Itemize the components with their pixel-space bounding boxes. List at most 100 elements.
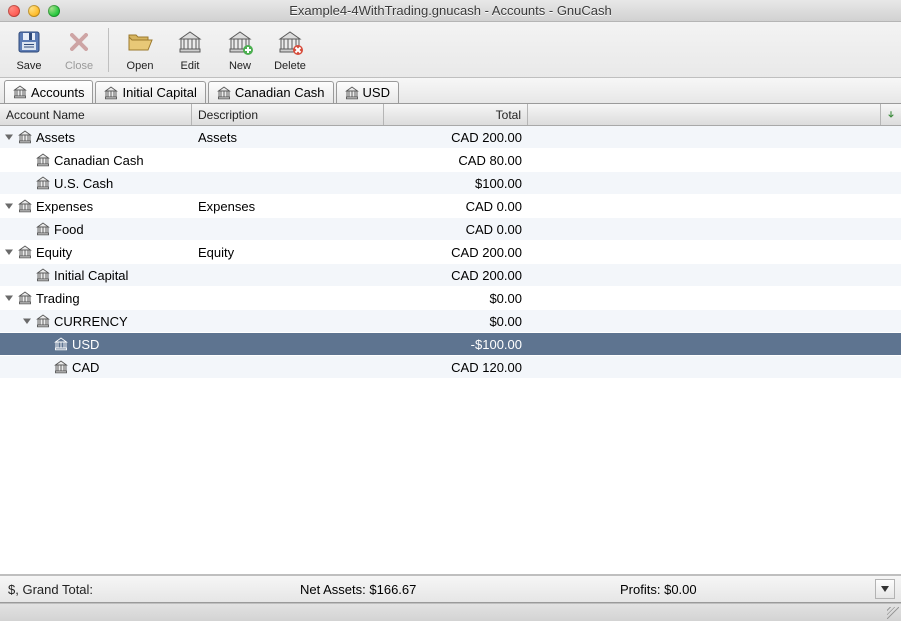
window-close-button[interactable] <box>8 5 20 17</box>
table-row[interactable]: Assets Assets CAD 200.00 <box>0 126 901 149</box>
account-total: CAD 80.00 <box>384 153 528 168</box>
table-row[interactable]: CURRENCY $0.00 <box>0 310 901 333</box>
tab-usd[interactable]: USD <box>336 81 399 103</box>
tab-label: Accounts <box>31 85 84 100</box>
tab-accounts[interactable]: Accounts <box>4 80 93 103</box>
summary-bar: $, Grand Total: Net Assets: $166.67 Prof… <box>0 575 901 603</box>
account-name-label: Expenses <box>36 199 93 214</box>
table-row[interactable]: USD -$100.00 <box>0 333 901 356</box>
save-button[interactable]: Save <box>4 26 54 74</box>
tab-label: Canadian Cash <box>235 85 325 100</box>
account-total: CAD 200.00 <box>384 245 528 260</box>
account-name-label: Initial Capital <box>54 268 128 283</box>
delete-label: Delete <box>274 60 306 72</box>
bank-icon <box>104 86 118 100</box>
floppy-disk-icon <box>15 28 43 59</box>
account-name-label: Food <box>54 222 84 237</box>
titlebar: Example4-4WithTrading.gnucash - Accounts… <box>0 0 901 22</box>
edit-button[interactable]: Edit <box>165 26 215 74</box>
account-name-label: CURRENCY <box>54 314 128 329</box>
window-zoom-button[interactable] <box>48 5 60 17</box>
account-name-label: Canadian Cash <box>54 153 144 168</box>
bank-icon <box>345 86 359 100</box>
account-description: Expenses <box>192 199 384 214</box>
account-name-label: Assets <box>36 130 75 145</box>
disclosure-triangle-icon[interactable] <box>4 247 14 257</box>
disclosure-triangle-icon[interactable] <box>4 293 14 303</box>
bank-icon <box>18 291 32 305</box>
bank-icon <box>54 337 68 351</box>
account-total: $0.00 <box>384 291 528 306</box>
account-name-label: CAD <box>72 360 99 375</box>
bank-new-icon <box>226 28 254 59</box>
col-description[interactable]: Description <box>192 104 384 125</box>
account-name-label: U.S. Cash <box>54 176 113 191</box>
account-name-label: Equity <box>36 245 72 260</box>
close-x-icon <box>65 28 93 59</box>
bank-edit-icon <box>176 28 204 59</box>
bank-icon <box>18 245 32 259</box>
table-row[interactable]: Canadian Cash CAD 80.00 <box>0 149 901 172</box>
bank-icon <box>18 199 32 213</box>
toolbar-separator <box>108 28 109 72</box>
account-description: Equity <box>192 245 384 260</box>
account-total: CAD 200.00 <box>384 268 528 283</box>
new-button[interactable]: New <box>215 26 265 74</box>
col-total[interactable]: Total <box>384 104 528 125</box>
account-total: CAD 200.00 <box>384 130 528 145</box>
table-row[interactable]: Food CAD 0.00 <box>0 218 901 241</box>
table-row[interactable]: Expenses Expenses CAD 0.00 <box>0 195 901 218</box>
account-total: $0.00 <box>384 314 528 329</box>
disclosure-triangle-icon[interactable] <box>4 132 14 142</box>
window-minimize-button[interactable] <box>28 5 40 17</box>
table-row[interactable]: U.S. Cash $100.00 <box>0 172 901 195</box>
column-headers: Account Name Description Total <box>0 104 901 126</box>
table-row[interactable]: Equity Equity CAD 200.00 <box>0 241 901 264</box>
window-title: Example4-4WithTrading.gnucash - Accounts… <box>0 3 901 18</box>
account-name-label: Trading <box>36 291 80 306</box>
bank-icon <box>36 222 50 236</box>
new-label: New <box>229 60 251 72</box>
tab-strip: Accounts Initial Capital Canadian Cash USD <box>0 78 901 104</box>
window-controls <box>8 5 60 17</box>
bank-delete-icon <box>276 28 304 59</box>
col-account-name[interactable]: Account Name <box>0 104 192 125</box>
bank-icon <box>36 268 50 282</box>
folder-open-icon <box>126 28 154 59</box>
account-total: CAD 0.00 <box>384 222 528 237</box>
bank-icon <box>18 130 32 144</box>
bank-icon <box>36 176 50 190</box>
status-bar <box>0 603 901 621</box>
summary-net-assets: Net Assets: $166.67 <box>300 582 620 597</box>
account-tree[interactable]: Assets Assets CAD 200.00 Canadian Cash C… <box>0 126 901 575</box>
disclosure-triangle-icon[interactable] <box>22 316 32 326</box>
tab-initial-capital[interactable]: Initial Capital <box>95 81 205 103</box>
close-button: Close <box>54 26 104 74</box>
account-total: CAD 120.00 <box>384 360 528 375</box>
tab-canadian-cash[interactable]: Canadian Cash <box>208 81 334 103</box>
open-label: Open <box>127 60 154 72</box>
summary-dropdown-button[interactable] <box>875 579 895 599</box>
account-total: $100.00 <box>384 176 528 191</box>
tab-label: Initial Capital <box>122 85 196 100</box>
bank-icon <box>13 85 27 99</box>
close-label: Close <box>65 60 93 72</box>
col-scroll-down[interactable] <box>881 104 901 125</box>
tab-label: USD <box>363 85 390 100</box>
bank-icon <box>36 153 50 167</box>
account-description: Assets <box>192 130 384 145</box>
disclosure-triangle-icon[interactable] <box>4 201 14 211</box>
open-button[interactable]: Open <box>115 26 165 74</box>
table-row[interactable]: Trading $0.00 <box>0 287 901 310</box>
bank-icon <box>36 314 50 328</box>
bank-icon <box>217 86 231 100</box>
delete-button[interactable]: Delete <box>265 26 315 74</box>
account-total: -$100.00 <box>384 337 528 352</box>
col-spacer <box>528 104 881 125</box>
toolbar: Save Close Open Edit New <box>0 22 901 78</box>
table-row[interactable]: Initial Capital CAD 200.00 <box>0 264 901 287</box>
summary-grand-total: $, Grand Total: <box>0 582 300 597</box>
account-name-label: USD <box>72 337 99 352</box>
table-row[interactable]: CAD CAD 120.00 <box>0 356 901 379</box>
save-label: Save <box>16 60 41 72</box>
